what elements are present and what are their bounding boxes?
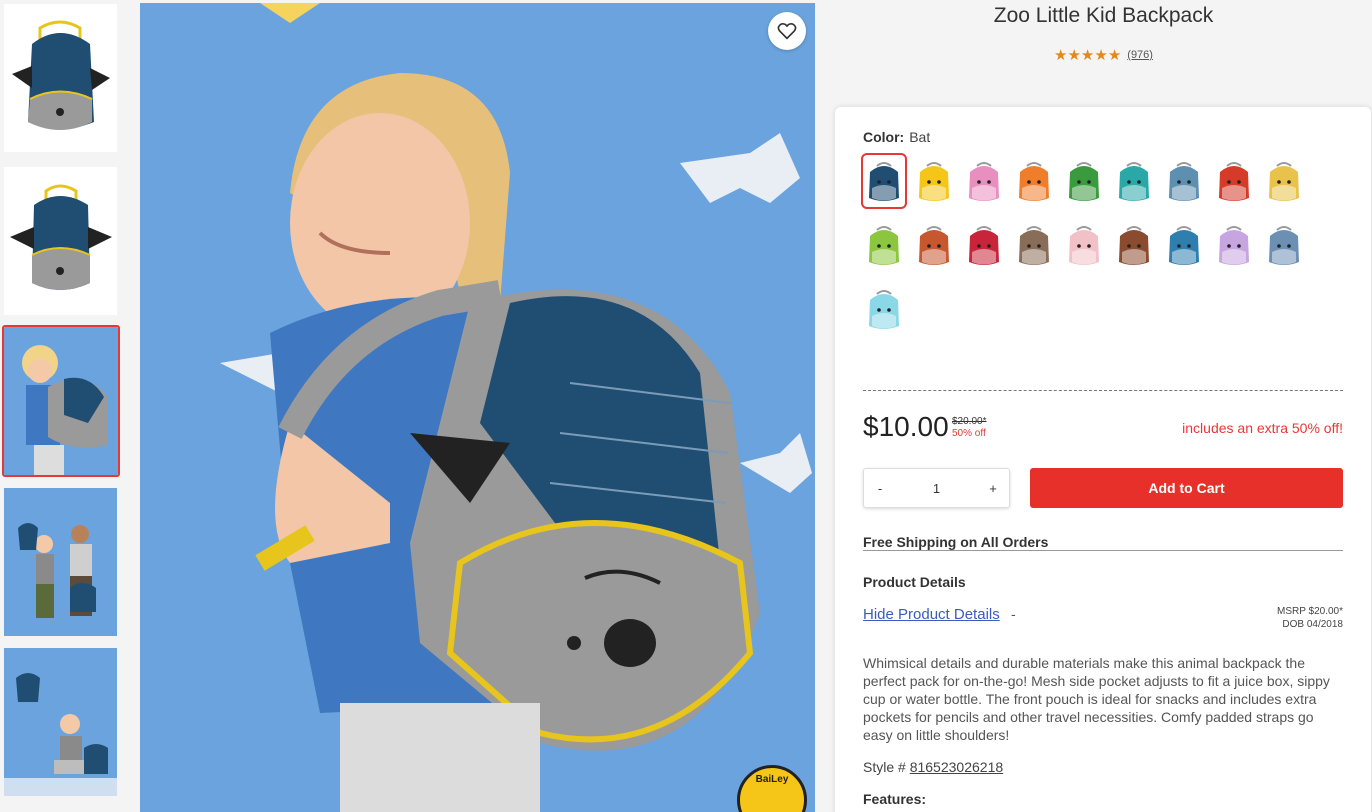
style-number-link[interactable]: 816523026218 [910,759,1003,775]
thumbnail-kid-sitting[interactable] [4,648,117,796]
backpack-icon [1219,226,1249,265]
hide-product-details-link[interactable]: Hide Product Details [863,606,1000,623]
backpack-icon [919,226,949,265]
heart-outline-icon [777,22,797,40]
backpack-icon [1269,226,1299,265]
backpack-icon [1069,226,1099,265]
product-description: Whimsical details and durable materials … [863,655,1330,743]
color-swatch[interactable] [961,153,1007,209]
product-title: Zoo Little Kid Backpack [993,4,1214,27]
brand-badge-text: BaiLey [755,774,789,785]
backpack-icon [1019,226,1049,265]
backpack-icon [1169,162,1199,201]
add-to-cart-button[interactable]: Add to Cart [1030,468,1343,508]
color-swatch[interactable] [911,217,957,273]
selected-color-name: Bat [909,129,931,145]
extra-discount-note: includes an extra 50% off! [1182,420,1343,436]
color-swatch[interactable] [961,217,1007,273]
color-selection-label: Color: Bat [863,129,930,145]
backpack-icon [1119,162,1149,201]
divider-line [863,550,1343,551]
review-count-link[interactable]: (976) [1127,49,1153,61]
rating-stars: ★★★★★ [1054,47,1122,64]
dob-date: DOB 04/2018 [1282,619,1343,630]
color-swatch[interactable] [1111,153,1157,209]
backpack-icon [919,162,949,201]
color-swatch[interactable] [1211,153,1257,209]
discount-percent: 50% off [952,428,986,439]
thumbnail-two-kids[interactable] [4,488,117,636]
backpack-icon [869,290,899,329]
backpack-icon [969,162,999,201]
color-swatch[interactable] [861,217,907,273]
backpack-icon [869,162,899,201]
backpack-icon [969,226,999,265]
style-label: Style # [863,759,910,775]
color-swatch[interactable] [911,153,957,209]
color-swatch[interactable] [1261,217,1307,273]
increase-quantity-button[interactable]: + [985,481,1001,496]
collapse-dash-icon: - [1011,606,1016,622]
quantity-input[interactable] [906,480,967,496]
msrp-info: MSRP $20.00* DOB 04/2018 [1277,605,1343,631]
thumbnail-gallery [0,0,124,812]
decrease-quantity-button[interactable]: - [872,481,888,496]
product-details-heading: Product Details [863,574,966,590]
product-rating: ★★★★★ (976) [835,46,1372,64]
backpack-icon [1169,226,1199,265]
kid-wearing-bat-backpack-photo [140,3,815,812]
thumbnail-kid-side[interactable] [2,325,120,477]
backpack-icon [1019,162,1049,201]
original-price: $20.00* [952,416,987,427]
thumbnail-bat-front[interactable] [4,167,117,315]
product-page: BaiLey Zoo Little Kid Backpack ★★★★★ (97… [0,0,1372,812]
color-swatch[interactable] [1161,217,1207,273]
favorite-button[interactable] [768,12,806,50]
purchase-card: Color: Bat $10.00 $20.00* 50% off include… [835,107,1371,812]
backpack-icon [1219,162,1249,201]
color-swatch[interactable] [1061,153,1107,209]
color-swatch[interactable] [861,153,907,209]
color-swatch[interactable] [1061,217,1107,273]
thumbnail-bat-front-angle[interactable] [4,4,117,152]
color-label: Color: [863,129,905,145]
backpack-icon [1119,226,1149,265]
color-swatch[interactable] [1011,217,1057,273]
features-heading: Features: [863,791,927,807]
color-swatch[interactable] [861,281,907,337]
color-swatch[interactable] [1261,153,1307,209]
style-number-line: Style # 816523026218 [863,759,1003,775]
backpack-icon [869,226,899,265]
free-shipping-note: Free Shipping on All Orders [863,534,1049,550]
color-swatch[interactable] [1111,217,1157,273]
main-product-image: BaiLey [140,3,815,812]
color-swatch[interactable] [1011,153,1057,209]
quantity-stepper: - + [863,468,1010,508]
backpack-icon [1269,162,1299,201]
sale-price: $10.00 [863,411,949,442]
divider-dashed [863,390,1343,391]
color-swatch[interactable] [1161,153,1207,209]
msrp-price: MSRP $20.00* [1277,606,1343,617]
backpack-icon [1069,162,1099,201]
color-swatch[interactable] [1211,217,1257,273]
